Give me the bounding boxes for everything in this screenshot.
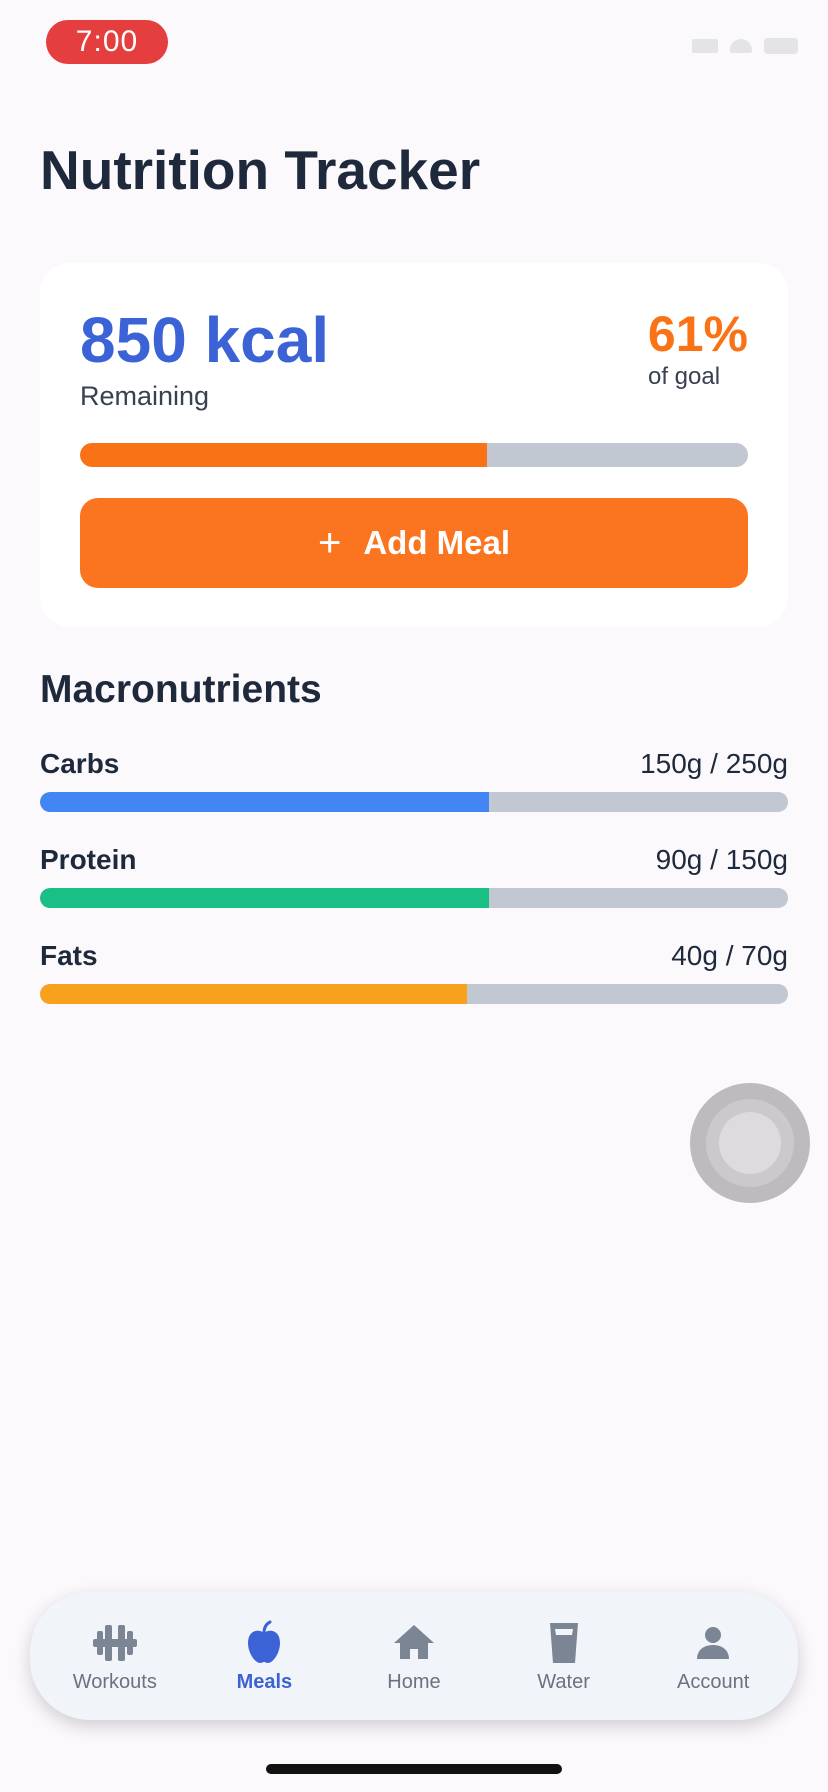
macro-name: Protein	[40, 844, 137, 875]
goal-progress-bar	[80, 443, 748, 467]
macro-progress-fill	[40, 984, 468, 1004]
tab-workouts[interactable]: Workouts	[45, 1619, 185, 1694]
calories-remaining-value: 850 kcal	[80, 304, 330, 376]
glass-icon	[549, 1622, 578, 1663]
apple-icon	[248, 1620, 281, 1663]
tab-meals[interactable]: Meals	[194, 1619, 334, 1694]
macro-progress-bar	[40, 984, 788, 1004]
goal-progress-fill	[80, 443, 488, 467]
tab-water[interactable]: Water	[494, 1619, 634, 1694]
person-icon	[697, 1626, 730, 1659]
status-time: 7:00	[46, 20, 168, 64]
assistive-touch-ring	[706, 1099, 794, 1187]
macro-progress-fill	[40, 888, 489, 908]
wifi-icon	[730, 39, 752, 53]
macro-row-protein: Protein 90g / 150g	[40, 844, 788, 908]
page-title: Nutrition Tracker	[40, 139, 481, 201]
tab-label: Workouts	[72, 1670, 157, 1693]
macro-name: Carbs	[40, 748, 120, 779]
signal-icon	[692, 39, 718, 53]
macro-row-fats: Fats 40g / 70g	[40, 940, 788, 1004]
macro-name: Fats	[40, 940, 98, 971]
tab-label: Water	[537, 1670, 590, 1693]
tab-label: Home	[387, 1670, 441, 1693]
macro-progress-bar	[40, 792, 788, 812]
calorie-summary-card: 850 kcal Remaining 61% of goal + Add Mea…	[40, 263, 788, 627]
macro-progress-bar	[40, 888, 788, 908]
add-meal-label: Add Meal	[363, 524, 511, 561]
bottom-tab-bar: Workouts Meals Home Water Account	[30, 1592, 798, 1720]
home-indicator	[266, 1764, 562, 1774]
macronutrients-title: Macronutrients	[40, 668, 322, 711]
assistive-touch-core	[719, 1112, 781, 1174]
goal-percent-label: of goal	[648, 363, 721, 390]
macro-row-carbs: Carbs 150g / 250g	[40, 748, 788, 812]
tab-label: Meals	[236, 1670, 293, 1693]
assistive-touch-button[interactable]	[690, 1083, 810, 1203]
dumbbell-icon	[92, 1624, 137, 1661]
battery-icon	[764, 38, 798, 54]
plus-icon: +	[317, 521, 342, 565]
home-icon	[393, 1624, 434, 1659]
status-icons	[692, 38, 798, 54]
macro-value: 90g / 150g	[655, 844, 788, 875]
tab-label: Account	[677, 1670, 750, 1693]
calories-remaining-label: Remaining	[80, 381, 210, 411]
goal-percent-value: 61%	[647, 306, 748, 362]
add-meal-button[interactable]: + Add Meal	[80, 498, 748, 588]
tab-home[interactable]: Home	[344, 1619, 484, 1694]
macro-value: 40g / 70g	[671, 940, 788, 971]
tab-account[interactable]: Account	[643, 1619, 783, 1694]
macro-value: 150g / 250g	[640, 748, 788, 779]
macro-progress-fill	[40, 792, 489, 812]
screen: 7:00 Nutrition Tracker 850 kcal Remainin…	[0, 0, 828, 1792]
